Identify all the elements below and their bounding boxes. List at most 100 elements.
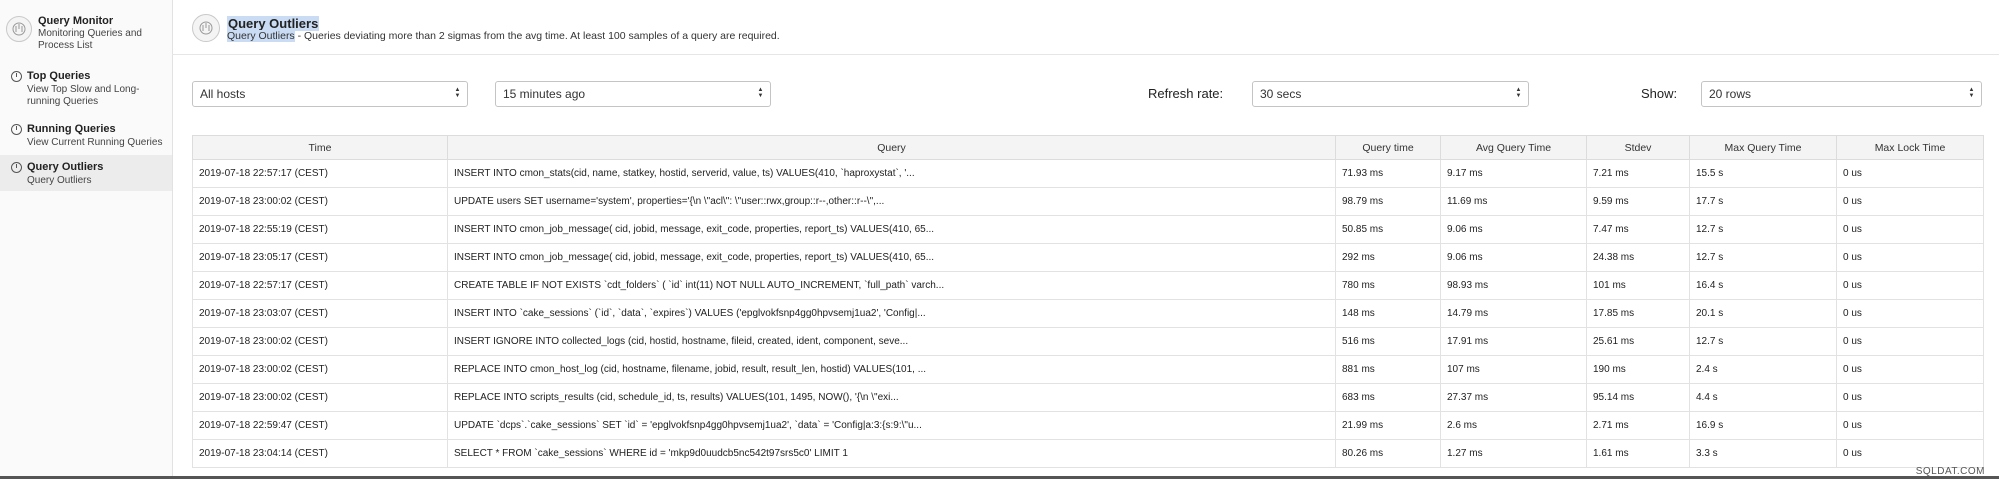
cell-query-time: 80.26 ms <box>1335 439 1441 468</box>
cell-stdev: 95.14 ms <box>1586 383 1690 412</box>
sidebar-item-top-queries[interactable]: Top Queries View Top Slow and Long-runni… <box>0 66 172 112</box>
cell-time: 2019-07-18 22:57:17 (CEST) <box>192 159 448 188</box>
cell-query: REPLACE INTO scripts_results (cid, sched… <box>447 383 1336 412</box>
cell-query: INSERT IGNORE INTO collected_logs (cid, … <box>447 327 1336 356</box>
hosts-select[interactable]: All hosts ▲ ▼ <box>192 81 468 107</box>
cell-avg-query-time: 11.69 ms <box>1440 187 1587 216</box>
column-header-stdev[interactable]: Stdev <box>1586 135 1690 160</box>
cell-query: CREATE TABLE IF NOT EXISTS `cdt_folders`… <box>447 271 1336 300</box>
cell-stdev: 101 ms <box>1586 271 1690 300</box>
cell-query: UPDATE users SET username='system', prop… <box>447 187 1336 216</box>
cell-avg-query-time: 9.06 ms <box>1440 215 1587 244</box>
column-header-avg-query-time[interactable]: Avg Query Time <box>1440 135 1587 160</box>
table-row[interactable]: 2019-07-18 23:00:02 (CEST) INSERT IGNORE … <box>192 327 1984 356</box>
cell-time: 2019-07-18 22:59:47 (CEST) <box>192 411 448 440</box>
table-header-row: Time Query Query time Avg Query Time Std… <box>192 135 1984 160</box>
cell-max-lock-time: 0 us <box>1836 187 1984 216</box>
cell-query-time: 516 ms <box>1335 327 1441 356</box>
table-row[interactable]: 2019-07-18 22:57:17 (CEST) CREATE TABLE I… <box>192 271 1984 300</box>
sidebar-header: Query Monitor Monitoring Queries and Pro… <box>0 0 172 56</box>
clock-icon <box>11 124 22 135</box>
cell-max-query-time: 2.4 s <box>1689 355 1837 384</box>
table-row[interactable]: 2019-07-18 23:00:02 (CEST) UPDATE users S… <box>192 187 1984 216</box>
cell-time: 2019-07-18 23:00:02 (CEST) <box>192 383 448 412</box>
cell-stdev: 7.21 ms <box>1586 159 1690 188</box>
cell-query-time: 683 ms <box>1335 383 1441 412</box>
cell-max-query-time: 4.4 s <box>1689 383 1837 412</box>
table-row[interactable]: 2019-07-18 22:59:47 (CEST) UPDATE `dcps`.… <box>192 411 1984 440</box>
cell-max-lock-time: 0 us <box>1836 215 1984 244</box>
cell-avg-query-time: 107 ms <box>1440 355 1587 384</box>
clock-icon <box>11 162 22 173</box>
page-header: Query Outliers Query Outliers - Queries … <box>172 0 1999 55</box>
cell-stdev: 7.47 ms <box>1586 215 1690 244</box>
column-header-query[interactable]: Query <box>447 135 1336 160</box>
column-header-time[interactable]: Time <box>192 135 448 160</box>
time-range-select-value: 15 minutes ago <box>503 87 586 101</box>
query-monitor-icon <box>192 14 220 42</box>
cell-query: INSERT INTO `cake_sessions` (`id`, `data… <box>447 299 1336 328</box>
cell-stdev: 2.71 ms <box>1586 411 1690 440</box>
cell-time: 2019-07-18 23:00:02 (CEST) <box>192 187 448 216</box>
show-label: Show: <box>1641 86 1678 101</box>
refresh-rate-label: Refresh rate: <box>1148 86 1224 101</box>
cell-time: 2019-07-18 23:03:07 (CEST) <box>192 299 448 328</box>
cell-stdev: 17.85 ms <box>1586 299 1690 328</box>
table-row[interactable]: 2019-07-18 23:00:02 (CEST) REPLACE INTO c… <box>192 355 1984 384</box>
cell-query: UPDATE `dcps`.`cake_sessions` SET `id` =… <box>447 411 1336 440</box>
column-header-max-query-time[interactable]: Max Query Time <box>1689 135 1837 160</box>
sidebar-item-label: Query Outliers <box>27 161 104 173</box>
cell-query-time: 50.85 ms <box>1335 215 1441 244</box>
cell-max-query-time: 12.7 s <box>1689 243 1837 272</box>
cell-time: 2019-07-18 23:05:17 (CEST) <box>192 243 448 272</box>
description-text: - Queries deviating more than 2 sigmas f… <box>294 30 780 42</box>
cell-max-query-time: 12.7 s <box>1689 215 1837 244</box>
app-title: Query Monitor <box>38 15 114 27</box>
cell-avg-query-time: 27.37 ms <box>1440 383 1587 412</box>
refresh-rate-select[interactable]: 30 secs ▲ ▼ <box>1252 81 1529 107</box>
cell-avg-query-time: 17.91 ms <box>1440 327 1587 356</box>
updown-arrows-icon: ▲ ▼ <box>454 87 461 99</box>
sidebar-item-desc: View Current Running Queries <box>27 137 163 148</box>
cell-max-lock-time: 0 us <box>1836 327 1984 356</box>
page-description: Query Outliers - Queries deviating more … <box>227 30 780 42</box>
cell-time: 2019-07-18 23:04:14 (CEST) <box>192 439 448 468</box>
cell-avg-query-time: 14.79 ms <box>1440 299 1587 328</box>
sidebar-item-query-outliers[interactable]: Query Outliers Query Outliers <box>0 155 172 191</box>
updown-arrows-icon: ▲ ▼ <box>1968 87 1975 99</box>
sidebar-item-running-queries[interactable]: Running Queries View Current Running Que… <box>0 119 172 153</box>
show-rows-select[interactable]: 20 rows ▲ ▼ <box>1701 81 1982 107</box>
cell-query: REPLACE INTO cmon_host_log (cid, hostnam… <box>447 355 1336 384</box>
table-row[interactable]: 2019-07-18 22:57:17 (CEST) INSERT INTO cm… <box>192 159 1984 188</box>
updown-arrows-icon: ▲ ▼ <box>757 87 764 99</box>
table-row[interactable]: 2019-07-18 22:55:19 (CEST) INSERT INTO cm… <box>192 215 1984 244</box>
table-row[interactable]: 2019-07-18 23:00:02 (CEST) REPLACE INTO s… <box>192 383 1984 412</box>
show-rows-select-value: 20 rows <box>1709 87 1752 101</box>
cell-query: INSERT INTO cmon_stats(cid, name, statke… <box>447 159 1336 188</box>
cell-max-query-time: 15.5 s <box>1689 159 1837 188</box>
column-header-query-time[interactable]: Query time <box>1335 135 1441 160</box>
cell-max-lock-time: 0 us <box>1836 271 1984 300</box>
sidebar-item-desc: Query Outliers <box>27 175 92 186</box>
query-monitor-icon <box>6 16 32 42</box>
cell-max-lock-time: 0 us <box>1836 355 1984 384</box>
sidebar: Query Monitor Monitoring Queries and Pro… <box>0 0 173 479</box>
sidebar-item-desc: View Top Slow and Long-running Queries <box>27 84 140 107</box>
table-row[interactable]: 2019-07-18 23:05:17 (CEST) INSERT INTO cm… <box>192 243 1984 272</box>
description-highlight: Query Outliers <box>227 30 295 42</box>
cell-max-lock-time: 0 us <box>1836 411 1984 440</box>
cell-max-query-time: 20.1 s <box>1689 299 1837 328</box>
cell-query: INSERT INTO cmon_job_message( cid, jobid… <box>447 215 1336 244</box>
cell-avg-query-time: 9.06 ms <box>1440 243 1587 272</box>
cell-max-query-time: 17.7 s <box>1689 187 1837 216</box>
cell-query-time: 71.93 ms <box>1335 159 1441 188</box>
table-row[interactable]: 2019-07-18 23:04:14 (CEST) SELECT * FROM … <box>192 439 1984 468</box>
cell-avg-query-time: 98.93 ms <box>1440 271 1587 300</box>
cell-query-time: 881 ms <box>1335 355 1441 384</box>
cell-time: 2019-07-18 23:00:02 (CEST) <box>192 327 448 356</box>
column-header-max-lock-time[interactable]: Max Lock Time <box>1836 135 1984 160</box>
time-range-select[interactable]: 15 minutes ago ▲ ▼ <box>495 81 771 107</box>
cell-stdev: 9.59 ms <box>1586 187 1690 216</box>
cell-stdev: 25.61 ms <box>1586 327 1690 356</box>
table-row[interactable]: 2019-07-18 23:03:07 (CEST) INSERT INTO `c… <box>192 299 1984 328</box>
